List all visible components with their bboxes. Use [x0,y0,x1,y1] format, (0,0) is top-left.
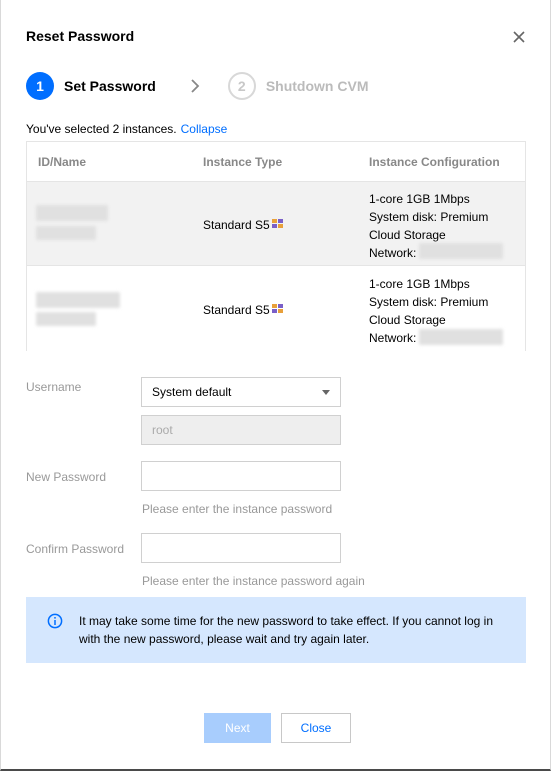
redacted-instance-name [36,312,96,326]
collapse-link[interactable]: Collapse [181,122,228,136]
dialog-title: Reset Password [26,28,135,44]
step-indicator: 1 Set Password 2 Shutdown CVM [26,72,368,100]
confirm-password-hint: Please enter the instance password again [142,574,365,588]
column-header-instance-type: Instance Type [203,154,283,169]
username-select-value: System default [152,385,232,399]
table-row: Standard S5 1-core 1GB 1Mbps System disk… [27,267,525,351]
notice-message: It may take some time for the new passwo… [79,614,493,646]
step-1-number: 1 [26,72,54,100]
redacted-network [419,243,503,259]
instance-type-text: Standard S5 [203,218,270,232]
close-button[interactable]: Close [281,713,351,743]
username-label: Username [26,380,82,394]
confirm-password-label: Confirm Password [26,542,125,556]
step-2-number: 2 [227,72,256,100]
config-storage: Cloud Storage [369,228,446,242]
next-button[interactable]: Next [204,713,271,743]
info-notice: It may take some time for the new passwo… [26,597,526,663]
s5-badge-icon [271,219,283,228]
new-password-hint: Please enter the instance password [142,502,333,516]
selection-summary: You've selected 2 instances. Collapse [26,122,227,136]
s5-badge-icon [271,304,283,313]
table-row: Standard S5 1-core 1GB 1Mbps System disk… [27,182,525,266]
table-header: ID/Name Instance Type Instance Configura… [27,142,525,182]
config-cpu: 1-core 1GB 1Mbps [369,277,470,291]
redacted-instance-id [36,205,108,221]
instance-table: ID/Name Instance Type Instance Configura… [26,141,526,351]
column-header-instance-config: Instance Configuration [369,154,500,169]
info-icon [47,613,63,629]
step-2-label: Shutdown CVM [265,78,369,94]
step-1-label: Set Password [64,78,156,94]
instance-type-text: Standard S5 [203,303,270,317]
username-input: root [141,415,341,445]
chevron-right-icon [191,79,200,93]
username-select[interactable]: System default [141,377,341,407]
close-icon[interactable] [512,30,526,44]
redacted-network [419,329,503,345]
new-password-label: New Password [26,470,107,484]
redacted-instance-name [36,226,96,240]
confirm-password-input[interactable] [141,533,341,563]
config-storage: Cloud Storage [369,313,446,327]
selection-text: You've selected 2 instances. [26,122,177,136]
new-password-input[interactable] [141,461,341,491]
config-disk: System disk: Premium [369,210,489,224]
username-input-value: root [152,423,173,437]
column-header-id-name: ID/Name [38,154,87,169]
config-cpu: 1-core 1GB 1Mbps [369,192,470,206]
caret-down-icon [322,390,330,395]
instance-type-cell: Standard S5 [203,303,285,317]
reset-password-dialog: Reset Password 1 Set Password 2 Shutdown… [0,0,551,771]
redacted-instance-id [36,292,120,308]
instance-type-cell: Standard S5 [203,218,285,232]
config-disk: System disk: Premium [369,295,489,309]
